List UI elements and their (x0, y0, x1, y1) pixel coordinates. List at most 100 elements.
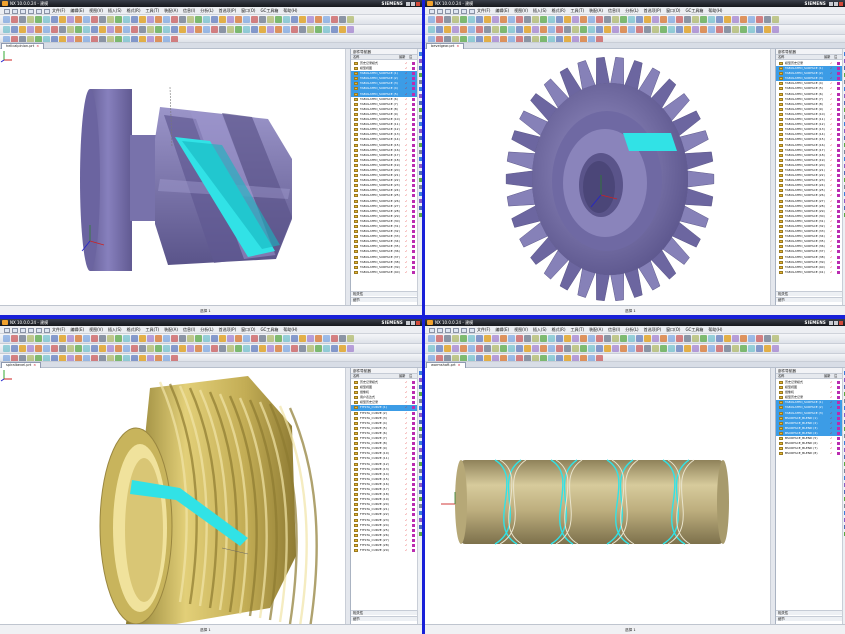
menu-item[interactable]: 工具(T) (571, 326, 585, 333)
toolbar-tool-icon[interactable] (123, 345, 130, 352)
toolbar-tool-icon[interactable] (35, 36, 42, 42)
toolbar-tool-icon[interactable] (171, 345, 178, 352)
toolbar-tool-icon[interactable] (484, 16, 491, 23)
toolbar-tool-icon[interactable] (500, 36, 507, 42)
toolbar-tool-icon[interactable] (259, 16, 266, 23)
quick-access-icon[interactable] (429, 327, 435, 333)
toolbar-tool-icon[interactable] (740, 16, 747, 23)
quick-access-icon[interactable] (437, 8, 443, 14)
toolbar-tool-icon[interactable] (315, 335, 322, 342)
toolbar-tool-icon[interactable] (155, 345, 162, 352)
toolbar-tool-icon[interactable] (484, 26, 491, 33)
toolbar-tool-icon[interactable] (275, 16, 282, 23)
menu-item[interactable]: 视图(V) (89, 7, 103, 14)
toolbar-tool-icon[interactable] (548, 335, 555, 342)
menu-item[interactable]: 装配(A) (164, 7, 178, 14)
quick-access-icon[interactable] (469, 8, 475, 14)
menu-item[interactable]: GC工具箱 (260, 326, 278, 333)
menu-item[interactable]: 编辑(E) (495, 326, 509, 333)
toolbar-tool-icon[interactable] (323, 26, 330, 33)
resource-bar-icon[interactable] (418, 136, 422, 140)
toolbar-tool-icon[interactable] (59, 16, 66, 23)
toolbar-tool-icon[interactable] (572, 16, 579, 23)
toolbar-tool-icon[interactable] (35, 345, 42, 352)
toolbar-tool-icon[interactable] (291, 16, 298, 23)
resource-bar-icon[interactable] (418, 101, 422, 105)
resource-bar-icon[interactable] (418, 469, 422, 473)
toolbar-tool-icon[interactable] (540, 355, 547, 361)
toolbar-tool-icon[interactable] (235, 335, 242, 342)
toolbar-tool-icon[interactable] (147, 16, 154, 23)
resource-bar-icon[interactable] (418, 206, 422, 210)
toolbar-tool-icon[interactable] (740, 26, 747, 33)
toolbar-tool-icon[interactable] (123, 36, 130, 42)
tab-close-icon[interactable]: × (33, 363, 36, 367)
toolbar-tool-icon[interactable] (580, 345, 587, 352)
navigator-row[interactable]: FITSTA_CURVE (29) ✓ (351, 548, 417, 553)
toolbar-tool-icon[interactable] (83, 26, 90, 33)
quick-access-icon[interactable] (44, 327, 50, 333)
window-controls[interactable] (828, 1, 843, 6)
menu-item[interactable]: 插入(S) (533, 7, 547, 14)
toolbar-tool-icon[interactable] (75, 355, 82, 361)
resource-bar-icon[interactable] (418, 413, 422, 417)
toolbar-tool-icon[interactable] (492, 355, 499, 361)
toolbar-tool-icon[interactable] (644, 26, 651, 33)
menu-item[interactable]: 首选项(P) (644, 7, 662, 14)
toolbar-tool-icon[interactable] (3, 36, 10, 42)
menu-item[interactable]: GC工具箱 (260, 7, 278, 14)
toolbar-tool-icon[interactable] (700, 335, 707, 342)
toolbar-tool-icon[interactable] (51, 36, 58, 42)
toolbar-tool-icon[interactable] (227, 335, 234, 342)
toolbar-tool-icon[interactable] (131, 335, 138, 342)
resource-bar-icon[interactable] (418, 164, 422, 168)
toolbar-tool-icon[interactable] (163, 16, 170, 23)
menu-item[interactable]: 编辑(E) (70, 326, 84, 333)
menu-item[interactable]: 格式(R) (552, 7, 566, 14)
tab-close-icon[interactable]: × (458, 363, 461, 367)
toolbar-tool-icon[interactable] (59, 36, 66, 42)
toolbar-tool-icon[interactable] (636, 335, 643, 342)
toolbar-tool-icon[interactable] (532, 26, 539, 33)
toolbar-tool-icon[interactable] (115, 26, 122, 33)
quick-access-icon[interactable] (44, 8, 50, 14)
toolbar-tool-icon[interactable] (764, 26, 771, 33)
toolbar-tool-icon[interactable] (508, 36, 515, 42)
toolbar-tool-icon[interactable] (692, 26, 699, 33)
toolbar-tool-icon[interactable] (203, 345, 210, 352)
toolbar-tool-icon[interactable] (19, 335, 26, 342)
toolbar-tool-icon[interactable] (596, 335, 603, 342)
toolbar-tool-icon[interactable] (580, 16, 587, 23)
menu-item[interactable]: 文件(F) (52, 326, 65, 333)
resource-bar-icon[interactable] (418, 157, 422, 161)
toolbar-tool-icon[interactable] (99, 355, 106, 361)
toolbar-tool-icon[interactable] (195, 16, 202, 23)
toolbar-tool-icon[interactable] (580, 335, 587, 342)
toolbar-tool-icon[interactable] (19, 36, 26, 42)
toolbar-tool-icon[interactable] (516, 335, 523, 342)
toolbar-tool-icon[interactable] (99, 16, 106, 23)
toolbar-tool-icon[interactable] (283, 26, 290, 33)
toolbar-tool-icon[interactable] (75, 26, 82, 33)
toolbar-tool-icon[interactable] (75, 345, 82, 352)
menu-item[interactable]: 视图(V) (514, 326, 528, 333)
toolbar-tool-icon[interactable] (307, 26, 314, 33)
toolbar-tool-icon[interactable] (612, 345, 619, 352)
toolbar-tool-icon[interactable] (323, 345, 330, 352)
toolbar-tool-icon[interactable] (331, 345, 338, 352)
toolbar-tool-icon[interactable] (476, 36, 483, 42)
toolbar-tool-icon[interactable] (171, 36, 178, 42)
toolbar-tool-icon[interactable] (716, 26, 723, 33)
menu-item[interactable]: 视图(V) (89, 326, 103, 333)
minimize-icon[interactable] (406, 2, 410, 6)
toolbar-tool-icon[interactable] (540, 335, 547, 342)
menu-item[interactable]: 帮助(H) (283, 7, 297, 14)
toolbar-tool-icon[interactable] (428, 335, 435, 342)
menu-item[interactable]: 信息(I) (608, 7, 620, 14)
toolbar-tool-icon[interactable] (444, 345, 451, 352)
toolbar-tool-icon[interactable] (604, 345, 611, 352)
toolbar-tool-icon[interactable] (732, 26, 739, 33)
toolbar-tool-icon[interactable] (524, 26, 531, 33)
toolbar-tool-icon[interactable] (107, 26, 114, 33)
maximize-icon[interactable] (834, 321, 838, 325)
